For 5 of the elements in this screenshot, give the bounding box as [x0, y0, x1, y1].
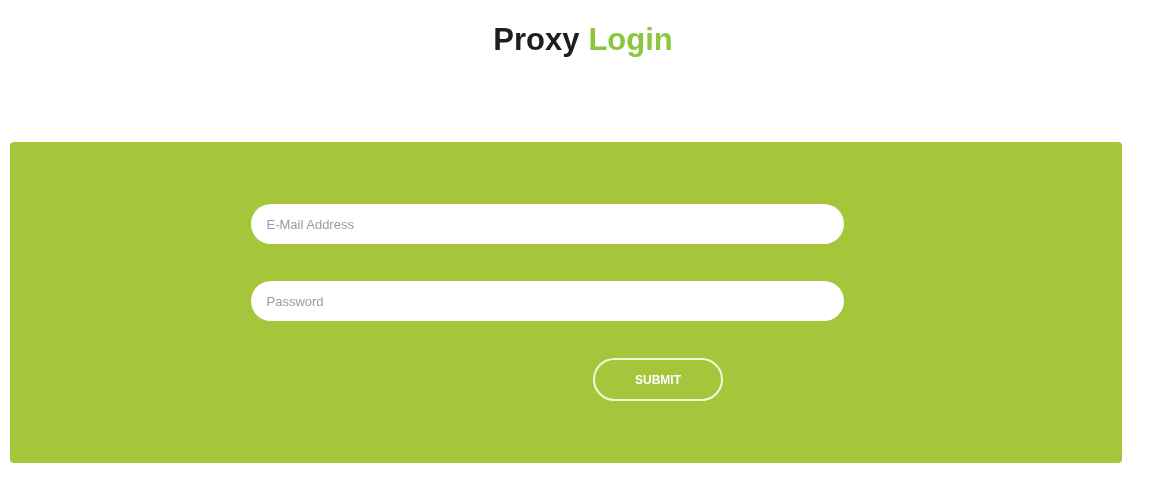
input-field[interactable]: Password: [250, 281, 844, 321]
submit-button[interactable]: SUBMIT: [593, 358, 723, 401]
title-highlight: Login: [588, 21, 673, 59]
title-text: Proxy: [493, 21, 580, 59]
input-field[interactable]: E-Mail Address: [250, 204, 844, 244]
